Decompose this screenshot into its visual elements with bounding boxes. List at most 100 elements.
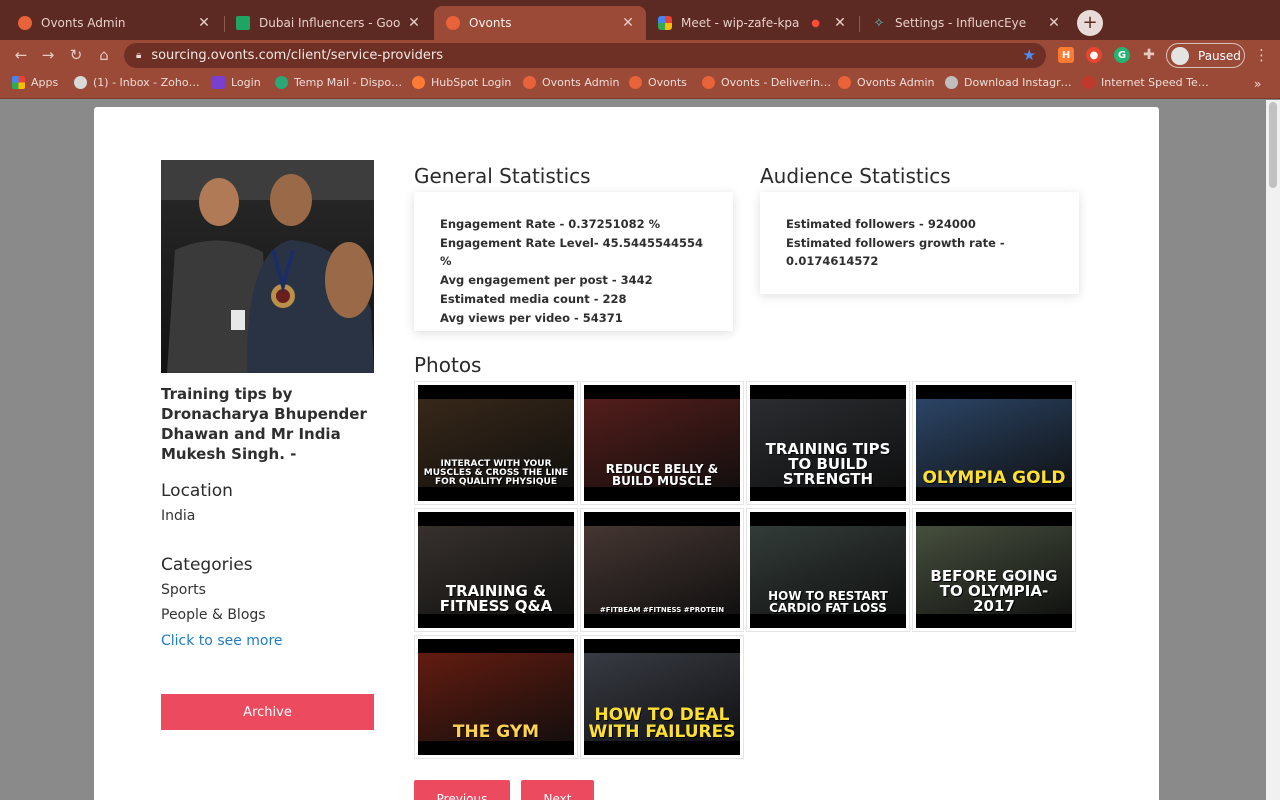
thumbnail-caption: TRAINING & FITNESS Q&A	[439, 582, 553, 615]
tab-title: Settings - InfluencEye	[895, 16, 1027, 30]
category-item: Sports	[161, 582, 206, 598]
more-menu-icon[interactable]: ⋮	[1254, 46, 1269, 64]
letterbox-bar	[584, 487, 740, 501]
photo-thumbnail[interactable]: OLYMPIA GOLD	[912, 381, 1076, 505]
bookmark-label: (1) - Inbox - Zoho…	[93, 76, 200, 89]
bookmark-item[interactable]: Internet Speed Te…	[1082, 76, 1209, 89]
browser-tab[interactable]: Meet - wip-zafe-kpa ● ✕	[646, 8, 858, 38]
letterbox-bar	[750, 385, 906, 399]
more-bookmarks-icon[interactable]: »	[1254, 77, 1261, 91]
ovonts-icon	[523, 76, 536, 89]
speed-test-icon	[1082, 76, 1095, 89]
general-statistics-box: Engagement Rate - 0.37251082 % Engagemen…	[414, 192, 733, 331]
stat-line: 0.0174614572	[786, 254, 879, 269]
bookmark-item[interactable]: HubSpot Login	[412, 76, 511, 89]
stat-line: Avg views per video - 54371	[440, 310, 623, 325]
bookmark-item[interactable]: Ovonts	[629, 76, 687, 89]
hubspot-extension-icon[interactable]: H	[1058, 47, 1074, 63]
archive-button[interactable]: Archive	[161, 694, 374, 730]
browser-tab[interactable]: Ovonts Admin ✕	[6, 8, 222, 38]
bookmark-item[interactable]: Temp Mail - Dispo…	[275, 76, 402, 89]
scrollbar-thumb[interactable]	[1269, 102, 1277, 188]
letterbox-bar	[916, 512, 1072, 526]
bookmark-label: Internet Speed Te…	[1101, 76, 1209, 89]
letterbox-bar	[916, 487, 1072, 501]
category-item: People & Blogs	[161, 607, 266, 623]
letterbox-bar	[584, 741, 740, 755]
new-tab-button[interactable]: +	[1077, 10, 1103, 36]
bookmark-item[interactable]: Ovonts Admin	[838, 76, 934, 89]
grammarly-extension-icon[interactable]: G	[1114, 47, 1130, 63]
hubspot-icon	[412, 76, 425, 89]
tab-title: Meet - wip-zafe-kpa	[681, 16, 800, 30]
bookmark-item[interactable]: (1) - Inbox - Zoho…	[74, 76, 200, 89]
photo-thumbnail[interactable]: HOW TO RESTART CARDIO FAT LOSS	[746, 508, 910, 632]
photo-thumbnail[interactable]: REDUCE BELLY & BUILD MUSCLE	[580, 381, 744, 505]
close-tab-icon[interactable]: ✕	[406, 15, 422, 31]
extension-icon[interactable]: ●	[1086, 47, 1102, 63]
url-text: sourcing.ovonts.com/client/service-provi…	[151, 48, 444, 63]
photo-thumbnail[interactable]: HOW TO DEAL WITH FAILURES	[580, 635, 744, 759]
address-bar[interactable]: 🔒︎ sourcing.ovonts.com/client/service-pr…	[124, 43, 1046, 68]
bookmark-item[interactable]: Login	[212, 76, 261, 89]
close-tab-icon[interactable]: ✕	[1046, 15, 1062, 31]
close-tab-icon[interactable]: ✕	[620, 15, 636, 31]
influencer-name: Training tips by Dronacharya Bhupender D…	[161, 385, 367, 463]
thumbnail-caption: HOW TO DEAL WITH FAILURES	[588, 705, 736, 742]
letterbox-bar	[418, 741, 574, 755]
browser-tab-strip: Ovonts Admin ✕ Dubai Influencers - Googl…	[0, 0, 1280, 40]
thumbnail-image: INTERACT WITH YOUR MUSCLES & CROSS THE L…	[418, 385, 574, 501]
letterbox-bar	[584, 639, 740, 653]
tab-title: Dubai Influencers - Google Sh	[259, 16, 400, 30]
recording-dot-icon: ●	[811, 17, 820, 29]
page-scrollbar[interactable]	[1266, 100, 1280, 800]
influencer-card: Training tips by Dronacharya Bhupender D…	[94, 107, 1159, 800]
thumbnail-image: THE GYM	[418, 639, 574, 755]
photo-thumbnail[interactable]: TRAINING & FITNESS Q&A	[414, 508, 578, 632]
forward-arrow-icon[interactable]: →	[38, 45, 58, 65]
extensions-puzzle-icon[interactable]: ✚	[1141, 47, 1157, 63]
ovonts-icon	[629, 76, 642, 89]
photo-thumbnail[interactable]: INTERACT WITH YOUR MUSCLES & CROSS THE L…	[414, 381, 578, 505]
ovonts-favicon-icon	[446, 16, 460, 30]
browser-tab[interactable]: Dubai Influencers - Google Sh ✕	[224, 8, 432, 38]
sheets-favicon-icon	[236, 16, 250, 30]
see-more-link[interactable]: Click to see more	[161, 633, 283, 649]
photo-thumbnail[interactable]: BEFORE GOING TO OLYMPIA-2017	[912, 508, 1076, 632]
letterbox-bar	[750, 487, 906, 501]
thumbnail-image: TRAINING TIPS TO BUILD STRENGTH	[750, 385, 906, 501]
location-heading: Location	[161, 481, 233, 501]
close-tab-icon[interactable]: ✕	[196, 15, 212, 31]
profile-photo-image	[161, 160, 374, 373]
bookmark-item[interactable]: Ovonts Admin	[523, 76, 619, 89]
browser-tab[interactable]: ✧ Settings - InfluencEye ✕	[860, 8, 1072, 38]
close-tab-icon[interactable]: ✕	[832, 15, 848, 31]
browser-tab-active[interactable]: Ovonts ✕	[434, 6, 646, 40]
page-viewport: Training tips by Dronacharya Bhupender D…	[0, 100, 1280, 800]
stat-line: Avg engagement per post - 3442	[440, 273, 653, 288]
ovonts-icon	[838, 76, 851, 89]
thumbnail-caption: #FITBEAM #FITNESS #PROTEIN	[599, 606, 725, 614]
ovonts-favicon-icon	[18, 16, 32, 30]
globe-icon	[945, 76, 958, 89]
photo-thumbnail[interactable]: #FITBEAM #FITNESS #PROTEIN	[580, 508, 744, 632]
thumbnail-caption: TRAINING TIPS TO BUILD STRENGTH	[765, 440, 891, 488]
thumbnail-image: #FITBEAM #FITNESS #PROTEIN	[584, 512, 740, 628]
audience-statistics-title: Audience Statistics	[760, 164, 951, 188]
bookmark-item[interactable]: Download Instagr…	[945, 76, 1072, 89]
next-button[interactable]: Next	[521, 780, 594, 800]
home-icon[interactable]: ⌂	[94, 45, 114, 65]
reload-icon[interactable]: ↻	[66, 45, 86, 65]
bookmark-label: Ovonts Admin	[542, 76, 620, 89]
bookmark-label: Ovonts Admin	[857, 76, 935, 89]
bookmark-star-icon[interactable]: ★	[1023, 46, 1036, 64]
photo-thumbnail[interactable]: THE GYM	[414, 635, 578, 759]
bookmark-item[interactable]: Ovonts - Deliverin…	[702, 76, 831, 89]
influenceye-favicon-icon: ✧	[873, 15, 885, 31]
profile-button[interactable]: Paused	[1166, 43, 1245, 68]
previous-button[interactable]: Previous	[414, 780, 510, 800]
photo-thumbnail[interactable]: TRAINING TIPS TO BUILD STRENGTH	[746, 381, 910, 505]
letterbox-bar	[584, 614, 740, 628]
back-arrow-icon[interactable]: ←	[11, 45, 31, 65]
bookmark-item[interactable]: Apps	[12, 76, 58, 89]
